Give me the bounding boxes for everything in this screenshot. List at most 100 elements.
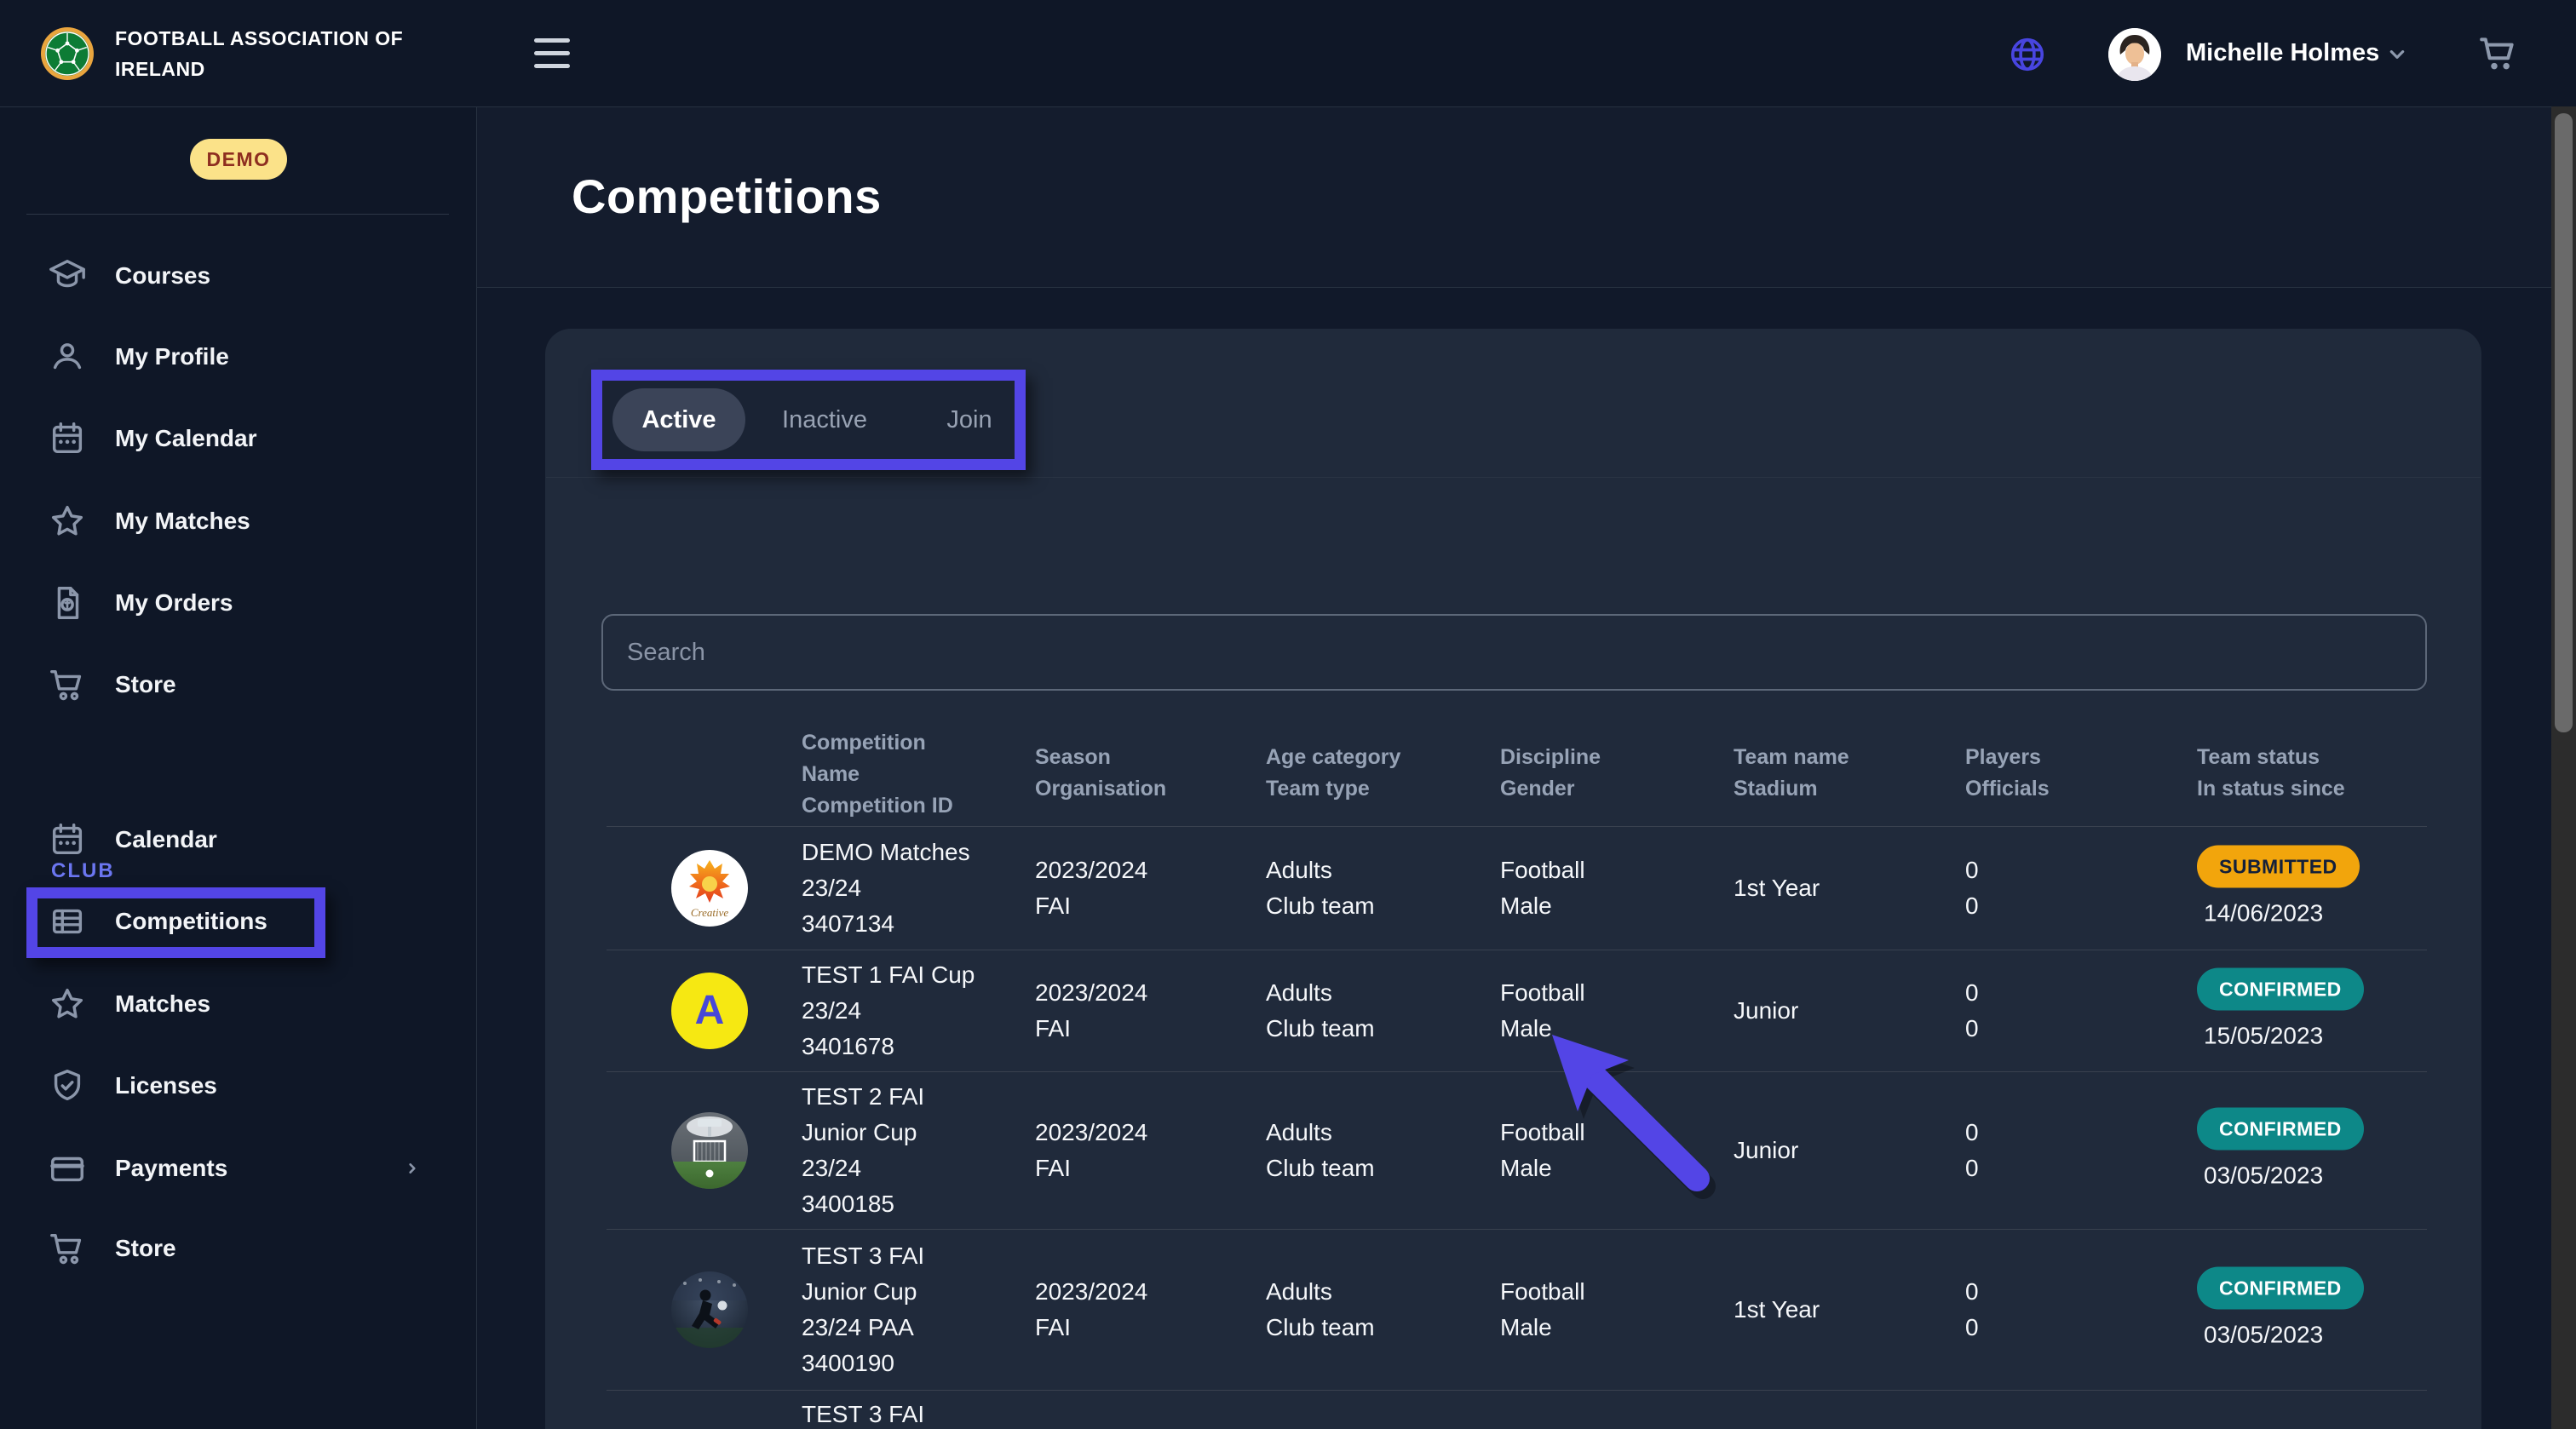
- sidebar-item-label: My Calendar: [115, 425, 257, 452]
- credit-card-icon: [48, 1149, 87, 1188]
- sidebar-item-my-calendar[interactable]: My Calendar: [26, 411, 450, 466]
- sidebar-item-label: Payments: [115, 1155, 227, 1182]
- cell-discipline: Football Male: [1500, 1274, 1585, 1346]
- sidebar-item-label: Calendar: [115, 826, 217, 853]
- globe-icon[interactable]: [2009, 36, 2046, 73]
- cell-competition: DEMO Matches 23/24 3407134: [802, 835, 970, 942]
- page-title: Competitions: [572, 169, 882, 224]
- cell-season: 2023/2024 FAI: [1035, 1115, 1147, 1186]
- sidebar-item-courses[interactable]: Courses: [26, 249, 450, 303]
- cell-team: Junior: [1734, 1133, 1798, 1168]
- cell-competition: TEST 3 FAI: [802, 1397, 924, 1429]
- chevron-right-icon: [400, 1156, 424, 1180]
- sidebar-item-competitions[interactable]: Competitions: [26, 894, 450, 949]
- cell-age: Adults Club team: [1266, 975, 1375, 1047]
- competition-logo: [671, 1112, 748, 1189]
- col-header-discipline: Discipline Gender: [1500, 742, 1601, 805]
- sidebar-item-label: Store: [115, 671, 176, 698]
- table-row[interactable]: Creative DEMO Matches 23/24 3407134 2023…: [545, 826, 2481, 950]
- cell-competition: TEST 2 FAI Junior Cup 23/24 3400185: [802, 1079, 924, 1222]
- cell-players: 0 0: [1965, 975, 1979, 1047]
- status-badge: CONFIRMED: [2197, 967, 2364, 1010]
- cell-players: 0 0: [1965, 1274, 1979, 1346]
- cell-status: CONFIRMED 15/05/2023: [2197, 932, 2364, 1089]
- cell-status: CONFIRMED: [2197, 1424, 2364, 1429]
- sidebar-item-licenses[interactable]: Licenses: [26, 1059, 450, 1113]
- tab-join[interactable]: Join: [935, 381, 1003, 459]
- avatar[interactable]: [2108, 28, 2161, 81]
- competition-logo: [671, 1271, 748, 1348]
- sidebar-item-my-orders[interactable]: My Orders: [26, 576, 450, 630]
- status-badge: SUBMITTED: [2197, 845, 2360, 887]
- sidebar-item-my-matches[interactable]: My Matches: [26, 494, 450, 548]
- chevron-down-icon[interactable]: [2383, 41, 2411, 68]
- table-row[interactable]: TEST 3 FAI Junior Cup 23/24 PAA 3400190 …: [545, 1229, 2481, 1390]
- cell-season: 2023/2024 FAI: [1035, 1274, 1147, 1346]
- cell-players: 0 0: [1965, 852, 1979, 924]
- cart-icon: [48, 665, 87, 704]
- brand-title: FOOTBALL ASSOCIATION OF IRELAND: [115, 23, 403, 84]
- status-badge: CONFIRMED: [2197, 1266, 2364, 1309]
- sidebar-item-store[interactable]: Store: [26, 657, 450, 712]
- sidebar: DEMO Courses My Profile My Calendar: [0, 106, 477, 1429]
- col-header-season: Season Organisation: [1035, 742, 1166, 805]
- receipt-icon: [48, 583, 87, 623]
- search-input[interactable]: [601, 614, 2427, 691]
- tabs-underline: [546, 477, 2481, 478]
- user-menu[interactable]: Michelle Holmes: [2186, 0, 2379, 106]
- table-row[interactable]: TEST 3 FAI CONFIRMED: [545, 1390, 2481, 1429]
- cell-age: Adults Club team: [1266, 1115, 1375, 1186]
- col-header-status: Team status In status since: [2197, 742, 2345, 805]
- demo-badge: DEMO: [190, 139, 287, 180]
- col-header-team: Team name Stadium: [1734, 742, 1849, 805]
- fai-logo-icon: [41, 27, 94, 80]
- sidebar-item-label: My Matches: [115, 508, 250, 535]
- calendar-icon: [48, 419, 87, 458]
- crest-script-text: Creative: [671, 906, 748, 920]
- cell-status: CONFIRMED 03/05/2023: [2197, 1071, 2364, 1229]
- table-row[interactable]: A TEST 1 FAI Cup 23/24 3401678 2023/2024…: [545, 950, 2481, 1071]
- col-header-players: Players Officials: [1965, 742, 2050, 805]
- cell-team: Junior: [1734, 993, 1798, 1029]
- calendar-icon: [48, 820, 87, 859]
- scrollbar-track[interactable]: [2551, 106, 2576, 1429]
- col-header-competition: Competition Name Competition ID: [802, 727, 953, 822]
- cell-discipline: Football Male: [1500, 1115, 1585, 1186]
- sidebar-item-calendar[interactable]: Calendar: [26, 812, 450, 867]
- cell-competition: TEST 1 FAI Cup 23/24 3401678: [802, 957, 975, 1065]
- scrollbar-thumb[interactable]: [2555, 113, 2573, 732]
- sidebar-item-my-profile[interactable]: My Profile: [26, 330, 450, 384]
- status-badge: CONFIRMED: [2197, 1107, 2364, 1150]
- star-icon: [48, 984, 87, 1024]
- table-list-icon: [48, 902, 87, 941]
- cell-competition: TEST 3 FAI Junior Cup 23/24 PAA 3400190: [802, 1238, 924, 1381]
- annotation-box-tabs: Active Inactive Join: [591, 370, 1026, 470]
- star-icon: [48, 502, 87, 541]
- tab-inactive[interactable]: Inactive: [756, 381, 893, 459]
- sidebar-item-label: My Profile: [115, 343, 229, 370]
- cell-season: 2023/2024 FAI: [1035, 975, 1147, 1047]
- sidebar-item-label: My Orders: [115, 589, 233, 617]
- competition-logo: A: [671, 973, 748, 1049]
- cell-players: 0 0: [1965, 1115, 1979, 1186]
- cell-age: Adults Club team: [1266, 1274, 1375, 1346]
- sidebar-item-label: Licenses: [115, 1072, 217, 1099]
- status-date: 14/06/2023: [2197, 895, 2360, 931]
- top-bar: FOOTBALL ASSOCIATION OF IRELAND: [0, 0, 2576, 107]
- cart-icon: [48, 1229, 87, 1268]
- sidebar-item-payments[interactable]: Payments: [26, 1141, 450, 1196]
- cell-team: 1st Year: [1734, 870, 1820, 906]
- status-date: 03/05/2023: [2197, 1157, 2364, 1193]
- cell-team: 1st Year: [1734, 1292, 1820, 1328]
- sidebar-item-club-store[interactable]: Store: [26, 1221, 450, 1276]
- sidebar-item-label: Courses: [115, 262, 210, 290]
- sidebar-item-matches[interactable]: Matches: [26, 977, 450, 1031]
- cart-icon[interactable]: [2477, 32, 2520, 75]
- tab-active[interactable]: Active: [612, 388, 745, 451]
- sidebar-item-label: Store: [115, 1235, 176, 1262]
- sidebar-item-label: Matches: [115, 990, 210, 1018]
- cell-age: Adults Club team: [1266, 852, 1375, 924]
- menu-icon[interactable]: [534, 38, 570, 69]
- table-row[interactable]: TEST 2 FAI Junior Cup 23/24 3400185 2023…: [545, 1071, 2481, 1229]
- app-root: FOOTBALL ASSOCIATION OF IRELAND: [0, 0, 2576, 1429]
